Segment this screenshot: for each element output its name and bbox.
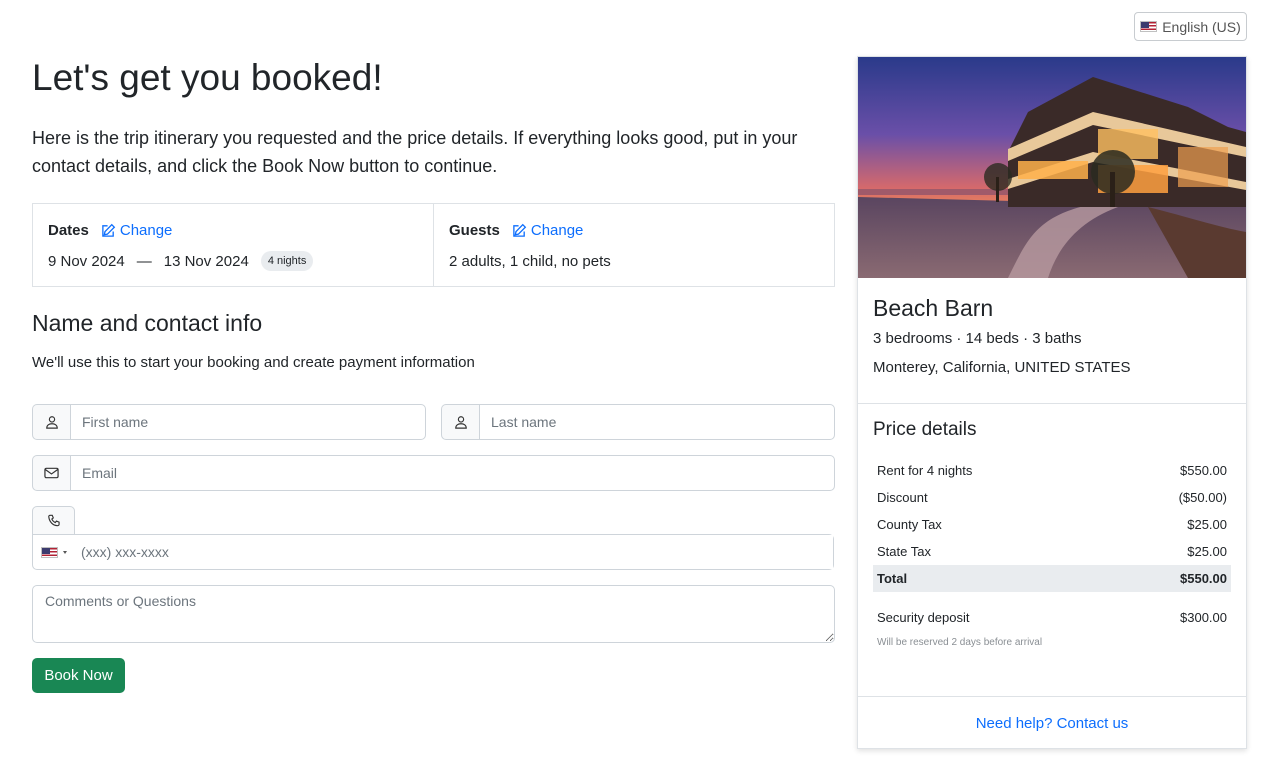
dates-label: Dates	[48, 221, 89, 239]
last-name-input[interactable]	[479, 404, 835, 440]
security-deposit-row: Security deposit $300.00	[873, 610, 1231, 625]
price-label: County Tax	[877, 517, 942, 532]
property-info: Beach Barn 3 bedrooms · 14 beds · 3 bath…	[858, 278, 1246, 404]
last-name-group	[441, 404, 835, 440]
price-row: Rent for 4 nights $550.00	[873, 457, 1231, 484]
contact-section-subtitle: We'll use this to start your booking and…	[32, 354, 475, 371]
us-flag-icon	[41, 546, 58, 558]
total-label: Total	[873, 565, 1105, 592]
first-name-group	[32, 404, 426, 440]
intro-text: Here is the trip itinerary you requested…	[32, 128, 798, 176]
price-label: Discount	[877, 490, 928, 505]
page-title: Let's get you booked!	[32, 57, 383, 98]
price-amount: ($50.00)	[1178, 490, 1227, 505]
edit-icon	[513, 223, 527, 237]
price-row: Discount ($50.00)	[873, 484, 1231, 511]
first-name-input[interactable]	[70, 404, 426, 440]
dates-cell: Dates Change 9 Nov 2024 — 13 Nov 2024 4 …	[33, 204, 433, 286]
deposit-amount: $300.00	[1180, 610, 1227, 625]
deposit-note: Will be reserved 2 days before arrival	[877, 637, 1043, 648]
us-flag-icon	[1140, 21, 1158, 32]
book-now-button[interactable]: Book Now	[32, 658, 125, 693]
change-guests-label: Change	[530, 221, 584, 239]
phone-field	[32, 534, 834, 570]
price-total-row: Total $550.00	[873, 565, 1231, 592]
check-out-date: 13 Nov 2024	[163, 252, 249, 270]
country-code-selector[interactable]	[33, 546, 81, 558]
date-separator: —	[136, 252, 152, 270]
total-amount: $550.00	[1104, 565, 1231, 592]
comments-textarea[interactable]	[32, 585, 835, 643]
person-icon	[32, 404, 70, 440]
guests-label: Guests	[449, 221, 500, 239]
change-dates-link[interactable]: Change	[101, 221, 173, 239]
check-in-date: 9 Nov 2024	[48, 252, 125, 270]
caret-down-icon	[63, 550, 67, 554]
change-dates-label: Change	[119, 221, 173, 239]
nights-badge: 4 nights	[260, 251, 314, 271]
price-details-title: Price details	[873, 419, 977, 440]
price-amount: $550.00	[1180, 463, 1227, 478]
price-label: Rent for 4 nights	[877, 463, 973, 478]
price-table: Rent for 4 nights $550.00 Discount ($50.…	[873, 457, 1231, 592]
property-photo	[858, 57, 1246, 278]
price-details: Price details Rent for 4 nights $550.00 …	[858, 404, 1246, 697]
price-amount: $25.00	[1187, 544, 1227, 559]
property-card: Beach Barn 3 bedrooms · 14 beds · 3 bath…	[857, 56, 1247, 749]
person-icon	[441, 404, 479, 440]
trip-summary: Dates Change 9 Nov 2024 — 13 Nov 2024 4 …	[32, 203, 835, 287]
change-guests-link[interactable]: Change	[512, 221, 584, 239]
email-group	[32, 455, 835, 491]
envelope-icon	[32, 455, 70, 491]
phone-icon	[32, 506, 75, 535]
phone-input[interactable]	[81, 535, 833, 569]
price-row: State Tax $25.00	[873, 538, 1231, 565]
guests-cell: Guests Change 2 adults, 1 child, no pets	[433, 204, 834, 286]
edit-icon	[102, 223, 116, 237]
property-location: Monterey, California, UNITED STATES	[873, 359, 1131, 376]
deposit-label: Security deposit	[877, 610, 970, 625]
language-selector[interactable]: English (US)	[1134, 12, 1247, 41]
contact-us-link[interactable]: Need help? Contact us	[976, 715, 1129, 732]
property-meta: 3 bedrooms · 14 beds · 3 baths	[873, 330, 1082, 347]
price-row: County Tax $25.00	[873, 511, 1231, 538]
language-label: English (US)	[1162, 18, 1241, 35]
property-name: Beach Barn	[873, 295, 994, 321]
guests-value: 2 adults, 1 child, no pets	[449, 252, 611, 270]
booking-header: Let's get you booked! Here is the trip i…	[32, 56, 835, 180]
help-section: Need help? Contact us	[858, 697, 1246, 749]
price-label: State Tax	[877, 544, 931, 559]
email-input[interactable]	[70, 455, 835, 491]
contact-section-title: Name and contact info	[32, 310, 263, 336]
price-amount: $25.00	[1187, 517, 1227, 532]
